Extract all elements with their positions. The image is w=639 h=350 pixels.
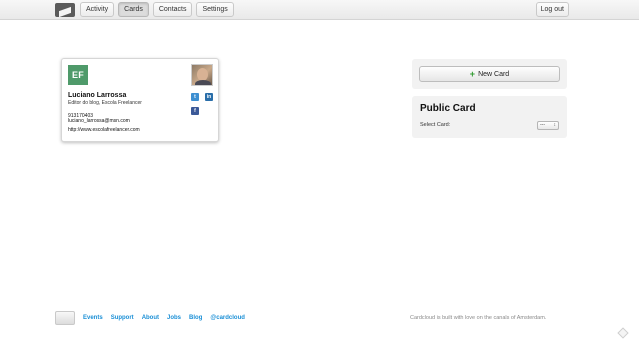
footer-logo-icon[interactable]	[55, 311, 75, 325]
select-card-dropdown[interactable]: --- ↕	[537, 121, 559, 130]
linkedin-icon[interactable]: in	[205, 93, 213, 101]
business-card[interactable]: EF Luciano Larrossa Editor do blog, Esco…	[61, 58, 219, 142]
new-card-panel: + New Card	[412, 59, 567, 89]
footer-link-support[interactable]: Support	[111, 315, 134, 321]
card-logo: EF	[68, 65, 88, 85]
card-url: http://www.escolafreelancer.com	[68, 127, 140, 133]
twitter-icon[interactable]: t	[191, 93, 199, 101]
nav-settings[interactable]: Settings	[196, 2, 234, 17]
card-name: Luciano Larrossa	[68, 92, 127, 99]
footer-link-events[interactable]: Events	[83, 315, 103, 321]
new-card-label: New Card	[478, 70, 510, 78]
footer-links: Events Support About Jobs Blog @cardclou…	[83, 315, 245, 321]
diamond-icon[interactable]	[617, 327, 629, 339]
nav-cards[interactable]: Cards	[118, 2, 149, 17]
logout-button[interactable]: Log out	[535, 2, 569, 17]
facebook-icon[interactable]: f	[191, 107, 199, 115]
footer-link-twitter-handle[interactable]: @cardcloud	[210, 315, 245, 321]
footer-link-blog[interactable]: Blog	[189, 315, 202, 321]
nav-contacts[interactable]: Contacts	[152, 2, 193, 17]
footer-link-jobs[interactable]: Jobs	[167, 315, 181, 321]
main-nav: Activity Cards Contacts Settings	[80, 2, 234, 17]
avatar	[191, 64, 213, 86]
plus-icon: +	[469, 68, 476, 79]
card-email: luciano_larrossa@msn.com	[68, 118, 130, 124]
select-card-label: Select Card:	[420, 122, 451, 128]
footer-link-about[interactable]: About	[142, 315, 159, 321]
select-card-value: ---	[540, 122, 545, 128]
public-card-panel: Public Card Select Card: --- ↕	[412, 96, 567, 138]
footer-note: Cardcloud is built with love on the cana…	[410, 315, 547, 321]
card-job-title: Editor do blog, Escola Freelancer	[68, 100, 142, 106]
public-card-title: Public Card	[420, 103, 476, 114]
new-card-button[interactable]: + New Card	[419, 66, 560, 82]
top-bar: Activity Cards Contacts Settings Log out	[0, 0, 639, 20]
cardcloud-logo-icon[interactable]	[55, 3, 75, 17]
chevron-updown-icon: ↕	[553, 122, 557, 128]
nav-activity[interactable]: Activity	[80, 2, 115, 17]
